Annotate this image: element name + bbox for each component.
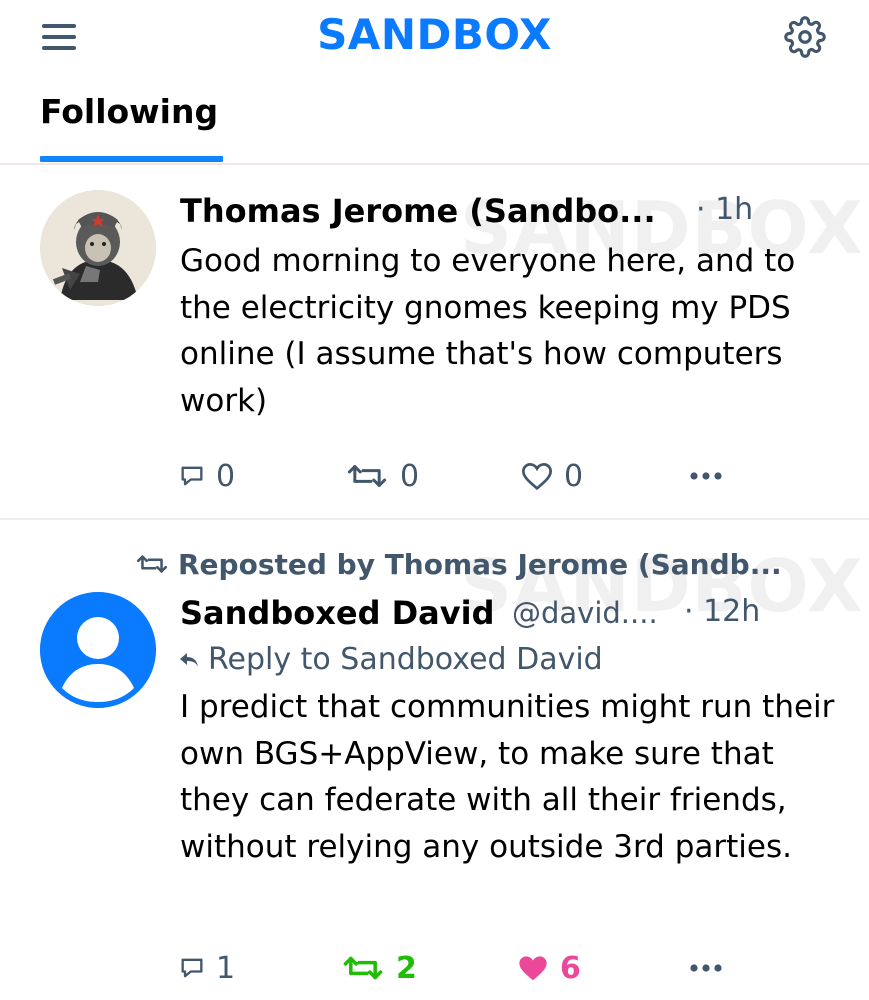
- ellipsis-icon: [690, 964, 722, 972]
- repost-count: 2: [396, 950, 417, 986]
- reply-to-indicator[interactable]: Reply to Sandboxed David: [178, 642, 603, 677]
- tab-following[interactable]: Following: [40, 92, 218, 131]
- repost-count: 0: [400, 458, 420, 494]
- post-author-name[interactable]: Thomas Jerome (Sandbo...: [180, 192, 656, 230]
- feed-post[interactable]: SANDBOX Thomas Jerome (Sandbo... · 1h Go…: [0, 166, 869, 518]
- reply-button[interactable]: 0: [178, 456, 235, 496]
- top-bar: SANDBOX: [0, 0, 869, 80]
- reply-bubble-icon: [181, 466, 203, 486]
- reply-count: 0: [216, 458, 236, 494]
- feed-tabs: Following: [0, 80, 869, 166]
- post-timestamp[interactable]: · 12h: [684, 594, 760, 629]
- reply-arrow-icon: [180, 653, 198, 667]
- reply-to-label: Reply to Sandboxed David: [208, 642, 603, 677]
- like-count: 0: [564, 458, 584, 494]
- post-timestamp[interactable]: · 1h: [696, 192, 753, 227]
- avatar[interactable]: [40, 592, 156, 708]
- app-title: SANDBOX: [317, 10, 552, 59]
- post-author-name[interactable]: Sandboxed David: [180, 594, 495, 632]
- heart-icon: [521, 463, 553, 491]
- gear-icon[interactable]: [784, 16, 826, 58]
- like-count: 6: [560, 950, 581, 986]
- feed-post[interactable]: SANDBOX Reposted by Thomas Jerome (Sandb…: [0, 520, 869, 1000]
- repost-icon: [343, 956, 383, 980]
- repost-attribution[interactable]: Reposted by Thomas Jerome (Sandb...: [134, 548, 782, 581]
- repost-button[interactable]: 0: [344, 456, 419, 496]
- reply-button[interactable]: 1: [178, 948, 235, 988]
- post-author-handle[interactable]: @david....: [512, 596, 658, 630]
- more-options-button[interactable]: [688, 456, 724, 496]
- avatar[interactable]: [40, 190, 156, 306]
- active-tab-indicator: [40, 156, 223, 162]
- more-options-button[interactable]: [688, 948, 724, 988]
- reply-bubble-icon: [181, 958, 203, 978]
- repost-button[interactable]: 2: [340, 948, 417, 988]
- post-text: Good morning to everyone here, and to th…: [180, 243, 796, 419]
- repost-attribution-label: Reposted by Thomas Jerome (Sandb...: [178, 548, 782, 581]
- repost-icon: [347, 465, 387, 487]
- post-text: I predict that communities might run the…: [180, 689, 835, 865]
- ellipsis-icon: [690, 472, 722, 480]
- like-button[interactable]: 0: [520, 456, 583, 496]
- reply-count: 1: [216, 950, 236, 986]
- tabs-divider: [0, 163, 869, 165]
- like-button[interactable]: 6: [516, 948, 581, 988]
- heart-filled-icon: [519, 956, 547, 981]
- repost-icon: [136, 555, 168, 573]
